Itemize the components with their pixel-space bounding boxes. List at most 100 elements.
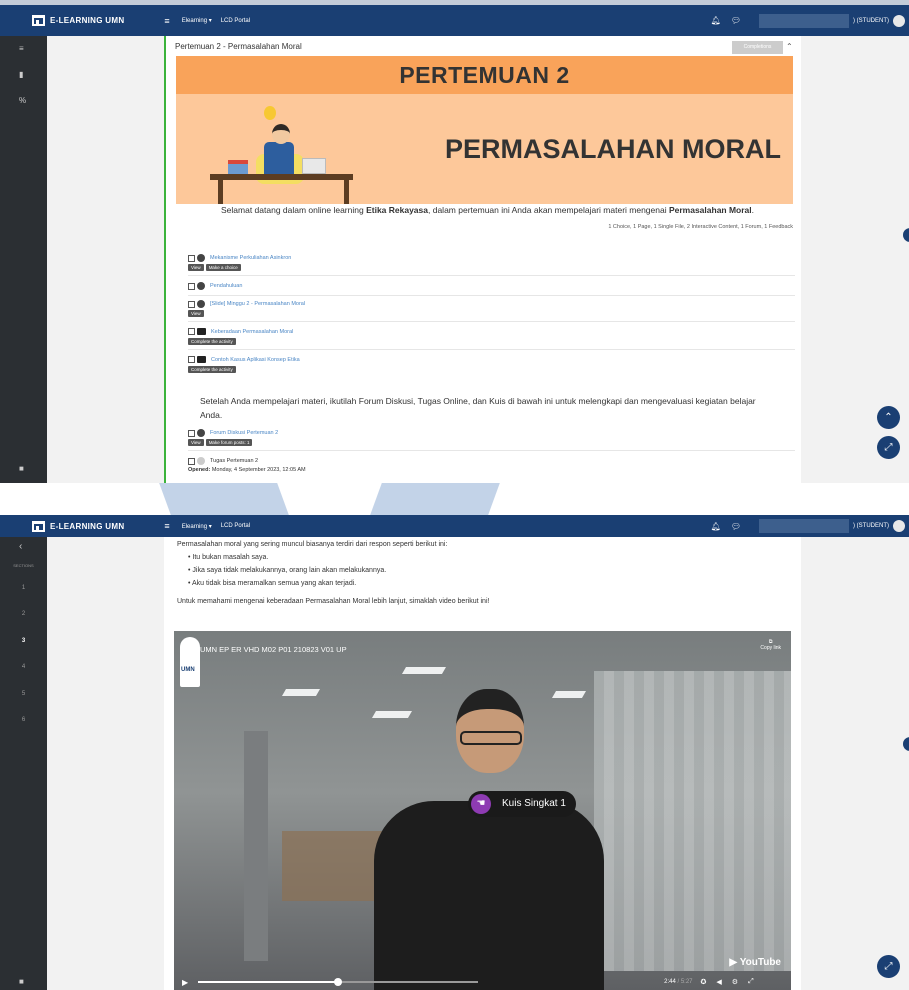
bell-icon[interactable]: 🔔︎	[711, 522, 721, 531]
collapse-caret-icon[interactable]: ⌃	[786, 42, 793, 51]
video-time: 2:44 / 5:27	[664, 979, 693, 985]
youtube-video-player[interactable]: UMN UMN EP ER VHD M02 P01 210823 V01 UP …	[174, 631, 791, 990]
activity-link[interactable]: Mekanisme Perkuliahan Asinkron	[210, 255, 291, 261]
quiz-popup-button[interactable]: ☚ Kuis Singkat 1	[468, 791, 576, 817]
activity-link[interactable]: [Slide] Minggu 2 - Permasalahan Moral	[210, 301, 305, 307]
person-head-illustration	[272, 124, 290, 144]
desk-illustration	[210, 174, 353, 180]
section-banner: PERTEMUAN 2 PERMASALAHAN MORAL	[176, 56, 793, 204]
hamburger-icon[interactable]: ≡	[164, 521, 169, 531]
section-link[interactable]: 6	[0, 717, 47, 723]
glass-wall	[594, 671, 791, 971]
book-icon[interactable]: ▮	[19, 70, 23, 79]
activity-link[interactable]: Pendahuluan	[210, 283, 242, 289]
laptop-illustration	[302, 158, 326, 174]
bell-icon[interactable]: 🔔︎	[711, 16, 721, 25]
activity-link[interactable]: Keberadaan Permasalahan Moral	[211, 329, 293, 335]
completion-checkbox[interactable]	[188, 300, 195, 308]
umn-channel-logo[interactable]: UMN	[180, 637, 200, 687]
interactive-icon[interactable]: ✪	[701, 978, 707, 986]
activity-link[interactable]: Contoh Kasus Aplikasi Konsep Etika	[211, 357, 300, 363]
settings-gear-icon[interactable]: ⚙	[732, 978, 738, 986]
site-logo[interactable]: E-LEARNING UMN	[32, 520, 124, 532]
fullscreen-button[interactable]: ⤢	[877, 436, 900, 459]
h5p-icon	[197, 356, 206, 363]
hamburger-icon[interactable]: ≡	[164, 16, 169, 26]
video-controls: ▶ 2:44 / 5:27 ✪ ◀ ⚙ ⤢	[174, 974, 791, 990]
fullscreen-button[interactable]: ⤢	[877, 955, 900, 978]
left-drawer: ≡ ▮ % ■	[0, 36, 47, 483]
section-link[interactable]: 5	[0, 691, 47, 697]
list-item: Contoh Kasus Aplikasi Konsep Etika Compl…	[188, 356, 795, 378]
fullscreen-icon[interactable]: ⤢	[748, 978, 754, 986]
drawer-square-icon[interactable]: ■	[19, 977, 24, 986]
menu-icon[interactable]: ≡	[19, 44, 24, 53]
user-role[interactable]: ) (STUDENT)	[853, 18, 889, 24]
completion-checkbox[interactable]	[188, 429, 195, 437]
copy-link-button[interactable]: ⧉ Copy link	[760, 639, 781, 651]
list-item: Keberadaan Permasalahan Moral Complete t…	[188, 328, 795, 350]
scroll-up-button[interactable]: ⌃	[877, 406, 900, 429]
activity-link[interactable]: Forum Diskusi Pertemuan 2	[210, 430, 278, 436]
completion-checkbox[interactable]	[188, 356, 195, 363]
video-title[interactable]: UMN EP ER VHD M02 P01 210823 V01 UP	[200, 645, 347, 654]
video-progress-bar[interactable]	[198, 978, 479, 986]
view-badge: View	[188, 439, 204, 446]
list-item: [Slide] Minggu 2 - Permasalahan Moral Vi…	[188, 300, 795, 322]
volume-icon[interactable]: ◀	[716, 978, 721, 986]
assignment-icon	[197, 457, 205, 465]
drawer-toggle-icon[interactable]	[903, 228, 909, 242]
lightbulb-icon	[264, 106, 276, 120]
topic-name: Permasalahan Moral	[668, 205, 752, 215]
progress-knob[interactable]	[334, 978, 343, 986]
avatar[interactable]	[893, 14, 905, 27]
view-badge: View	[188, 310, 204, 317]
completion-checkbox[interactable]	[188, 457, 195, 465]
complete-activity-badge: Complete the activity	[188, 366, 236, 373]
file-icon	[197, 300, 205, 308]
nav-elearning[interactable]: Elearning ▾	[182, 523, 212, 530]
drawer-square-icon[interactable]: ■	[19, 464, 24, 473]
youtube-logo[interactable]: ▶ YouTube	[729, 957, 781, 968]
list-item: • Aku tidak bisa meramalkan semua yang a…	[188, 580, 357, 587]
progress-fill	[198, 981, 339, 983]
activity-summary: 1 Choice, 1 Page, 1 Single File, 2 Inter…	[608, 224, 793, 230]
username-redacted	[759, 519, 849, 533]
h5p-icon	[197, 328, 206, 335]
completion-checkbox[interactable]	[188, 282, 195, 290]
forum-posts-badge: Make forum posts: 1	[205, 439, 253, 446]
view-badge: View	[188, 264, 204, 271]
avatar[interactable]	[893, 520, 905, 532]
complete-activity-badge: Complete the activity	[188, 338, 236, 345]
section-link[interactable]: 2	[0, 611, 47, 617]
user-role[interactable]: ) (STUDENT)	[853, 523, 889, 529]
course-name: Etika Rekayasa	[366, 205, 428, 215]
completions-button[interactable]: Completions	[732, 41, 783, 54]
list-item: Tugas Pertemuan 2 Opened: Monday, 4 Sept…	[188, 457, 795, 479]
section-link[interactable]: 4	[0, 664, 47, 670]
quiz-popup-label: Kuis Singkat 1	[502, 798, 566, 809]
chevron-left-icon[interactable]: ‹	[19, 541, 22, 552]
nav-lcd-portal[interactable]: LCD Portal	[221, 523, 250, 529]
instruction-paragraph: Setelah Anda mempelajari materi, ikutila…	[200, 396, 756, 420]
activity-link[interactable]: Tugas Pertemuan 2	[210, 458, 258, 464]
top-navbar: E-LEARNING UMN ≡ Elearning ▾ LCD Portal …	[0, 515, 909, 537]
link-icon[interactable]: %	[19, 96, 26, 105]
section-link[interactable]: 1	[0, 585, 47, 591]
list-item: Mekanisme Perkuliahan Asinkron View Make …	[188, 254, 795, 276]
pillar	[244, 731, 268, 961]
ceiling-light	[551, 691, 587, 698]
drawer-toggle-icon[interactable]	[903, 737, 909, 751]
completion-checkbox[interactable]	[188, 254, 195, 262]
chat-icon[interactable]: 💬︎	[731, 16, 741, 25]
chat-icon[interactable]: 💬︎	[731, 522, 741, 531]
make-choice-badge: Make a choice	[205, 264, 241, 271]
site-logo[interactable]: E-LEARNING UMN	[32, 15, 124, 26]
hand-pointer-icon: ☚	[471, 794, 491, 814]
nav-elearning[interactable]: Elearning ▾	[182, 17, 212, 24]
completion-checkbox[interactable]	[188, 328, 195, 335]
nav-lcd-portal[interactable]: LCD Portal	[221, 18, 250, 24]
play-icon[interactable]: ▶	[182, 978, 188, 987]
section-link-active[interactable]: 3	[0, 638, 47, 644]
section-title: Pertemuan 2 - Permasalahan Moral	[175, 42, 302, 51]
